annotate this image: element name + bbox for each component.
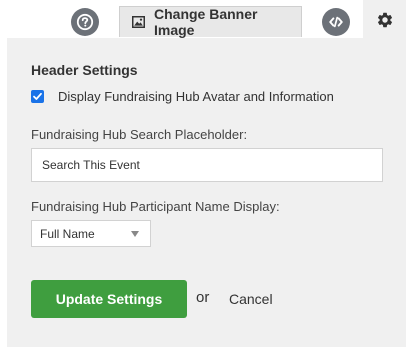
code-icon xyxy=(327,13,345,31)
settings-tab[interactable] xyxy=(363,0,406,40)
update-settings-button[interactable]: Update Settings xyxy=(31,280,187,318)
settings-popover: Change Banner Image Header Settings Disp… xyxy=(0,0,412,347)
display-avatar-option[interactable]: Display Fundraising Hub Avatar and Infor… xyxy=(31,89,334,104)
name-display-value: Full Name xyxy=(40,226,95,241)
dropdown-arrow-icon xyxy=(131,231,139,237)
change-banner-image-label: Change Banner Image xyxy=(154,6,258,38)
search-placeholder-label: Fundraising Hub Search Placeholder: xyxy=(31,127,248,142)
display-avatar-checkbox[interactable] xyxy=(31,90,44,103)
name-display-select[interactable]: Full Name xyxy=(31,220,151,247)
panel-heading: Header Settings xyxy=(31,62,138,78)
change-banner-image-button[interactable]: Change Banner Image xyxy=(119,6,302,38)
help-button[interactable] xyxy=(71,8,99,36)
editor-toolbar: Change Banner Image xyxy=(0,0,412,40)
question-circle-icon xyxy=(76,13,94,31)
display-avatar-label: Display Fundraising Hub Avatar and Infor… xyxy=(58,89,334,104)
search-placeholder-input[interactable] xyxy=(31,148,383,182)
or-separator: or xyxy=(196,289,210,306)
header-settings-panel: Header Settings Display Fundraising Hub … xyxy=(7,38,406,347)
cancel-link[interactable]: Cancel xyxy=(229,291,273,307)
name-display-label: Fundraising Hub Participant Name Display… xyxy=(31,199,280,214)
gear-icon xyxy=(376,11,394,29)
checkmark-icon xyxy=(32,91,43,102)
embed-code-button[interactable] xyxy=(322,8,350,36)
image-icon xyxy=(132,16,145,28)
